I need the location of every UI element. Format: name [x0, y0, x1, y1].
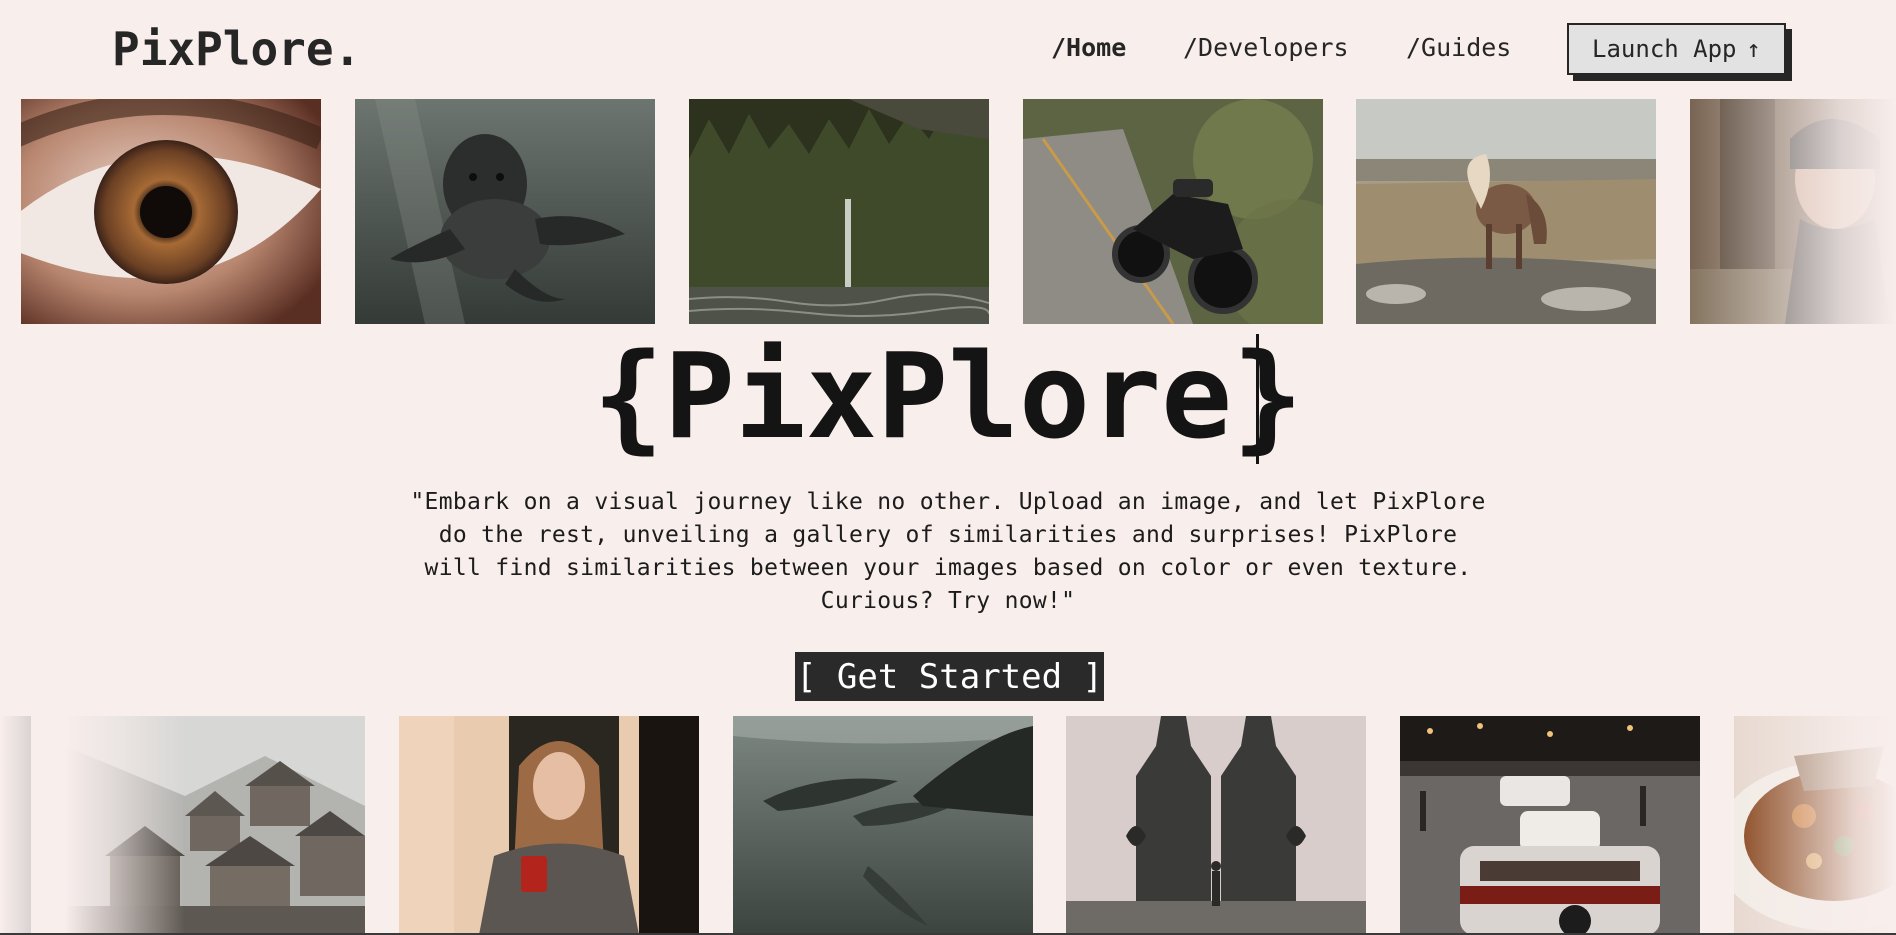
top-photo-strip — [0, 99, 1896, 324]
nav-link-guides[interactable]: /Guides — [1406, 33, 1511, 62]
arrow-up-icon: ↑ — [1746, 35, 1761, 63]
strip-fade-right — [1690, 99, 1896, 324]
nav-link-home[interactable]: /Home — [1051, 33, 1126, 62]
launch-app-button[interactable]: Launch App ↑ — [1567, 23, 1786, 75]
woman-coffee-photo[interactable] — [399, 716, 699, 935]
motorcycle-road-photo[interactable] — [1023, 99, 1323, 324]
launch-app-wrapper: Launch App ↑ — [1567, 23, 1792, 81]
bottom-photo-strip — [0, 716, 1896, 935]
hero-title: {PixPlore} — [592, 327, 1304, 465]
partial-edge-photo[interactable] — [0, 716, 31, 935]
site-header: PixPlore. /Home /Developers /Guides Laun… — [0, 0, 1896, 98]
typing-cursor — [1256, 334, 1259, 464]
brand-logo[interactable]: PixPlore. — [112, 22, 361, 76]
mountain-village-photo[interactable] — [65, 716, 365, 935]
strip-fade-left — [0, 716, 31, 935]
temple-gate-photo[interactable] — [1066, 716, 1366, 935]
strip-fade-right — [1734, 716, 1896, 935]
seal-underwater-photo[interactable] — [355, 99, 655, 324]
horse-field-photo[interactable] — [1356, 99, 1656, 324]
hero-tagline: "Embark on a visual journey like no othe… — [410, 489, 1486, 614]
nav-link-developers[interactable]: /Developers — [1183, 33, 1349, 62]
get-started-button[interactable]: [ Get Started ] — [795, 652, 1104, 701]
landing-page: PixPlore. /Home /Developers /Guides Laun… — [0, 0, 1896, 935]
forest-waterfall-photo[interactable] — [689, 99, 989, 324]
strip-fade-left — [65, 716, 185, 935]
food-plate-photo[interactable] — [1734, 716, 1896, 935]
classic-cars-street-photo[interactable] — [1400, 716, 1700, 935]
launch-app-label: Launch App — [1592, 35, 1737, 63]
woman-forest-photo[interactable] — [1690, 99, 1896, 324]
dolphins-underwater-photo[interactable] — [733, 716, 1033, 935]
eye-closeup-photo[interactable] — [21, 99, 321, 324]
